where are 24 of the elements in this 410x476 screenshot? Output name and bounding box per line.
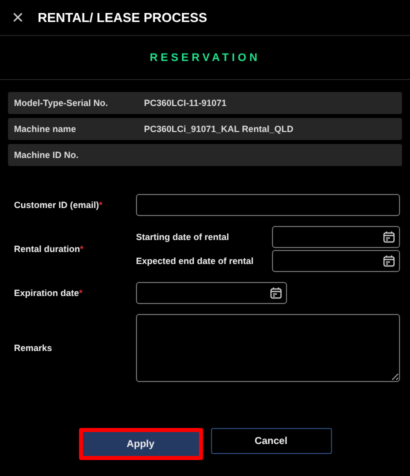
field-label: Rental duration* — [14, 244, 85, 254]
window-title: RENTAL/ LEASE PROCESS — [38, 10, 208, 25]
calendar-icon[interactable] — [383, 231, 395, 243]
info-value: PC360LCi_91071_KAL Rental_QLD — [144, 124, 294, 134]
calendar-icon[interactable] — [270, 287, 282, 299]
calendar-icon[interactable] — [383, 255, 395, 267]
field-label: Remarks — [14, 343, 54, 353]
cancel-button[interactable]: Cancel — [210, 428, 332, 454]
date-field[interactable] — [272, 250, 400, 272]
input-field[interactable] — [136, 194, 400, 216]
section-title: RESERVATION — [150, 52, 260, 64]
remarks-field[interactable] — [136, 314, 400, 382]
field-label: Customer ID (email)* — [14, 200, 104, 210]
info-label: Machine ID No. — [14, 150, 80, 160]
info-value: PC360LCI-11-91071 — [144, 98, 227, 108]
date-field[interactable] — [272, 226, 400, 248]
field-label: Expiration date* — [14, 288, 84, 298]
date-field[interactable] — [136, 282, 287, 304]
info-label: Model-Type-Serial No. — [14, 98, 109, 108]
info-label: Machine name — [14, 124, 78, 134]
apply-button[interactable]: Apply — [78, 428, 202, 460]
field-label: Expected end date of rental — [136, 256, 255, 266]
field-label: Starting date of rental — [136, 232, 230, 242]
close-icon[interactable]: × — [12, 8, 24, 28]
